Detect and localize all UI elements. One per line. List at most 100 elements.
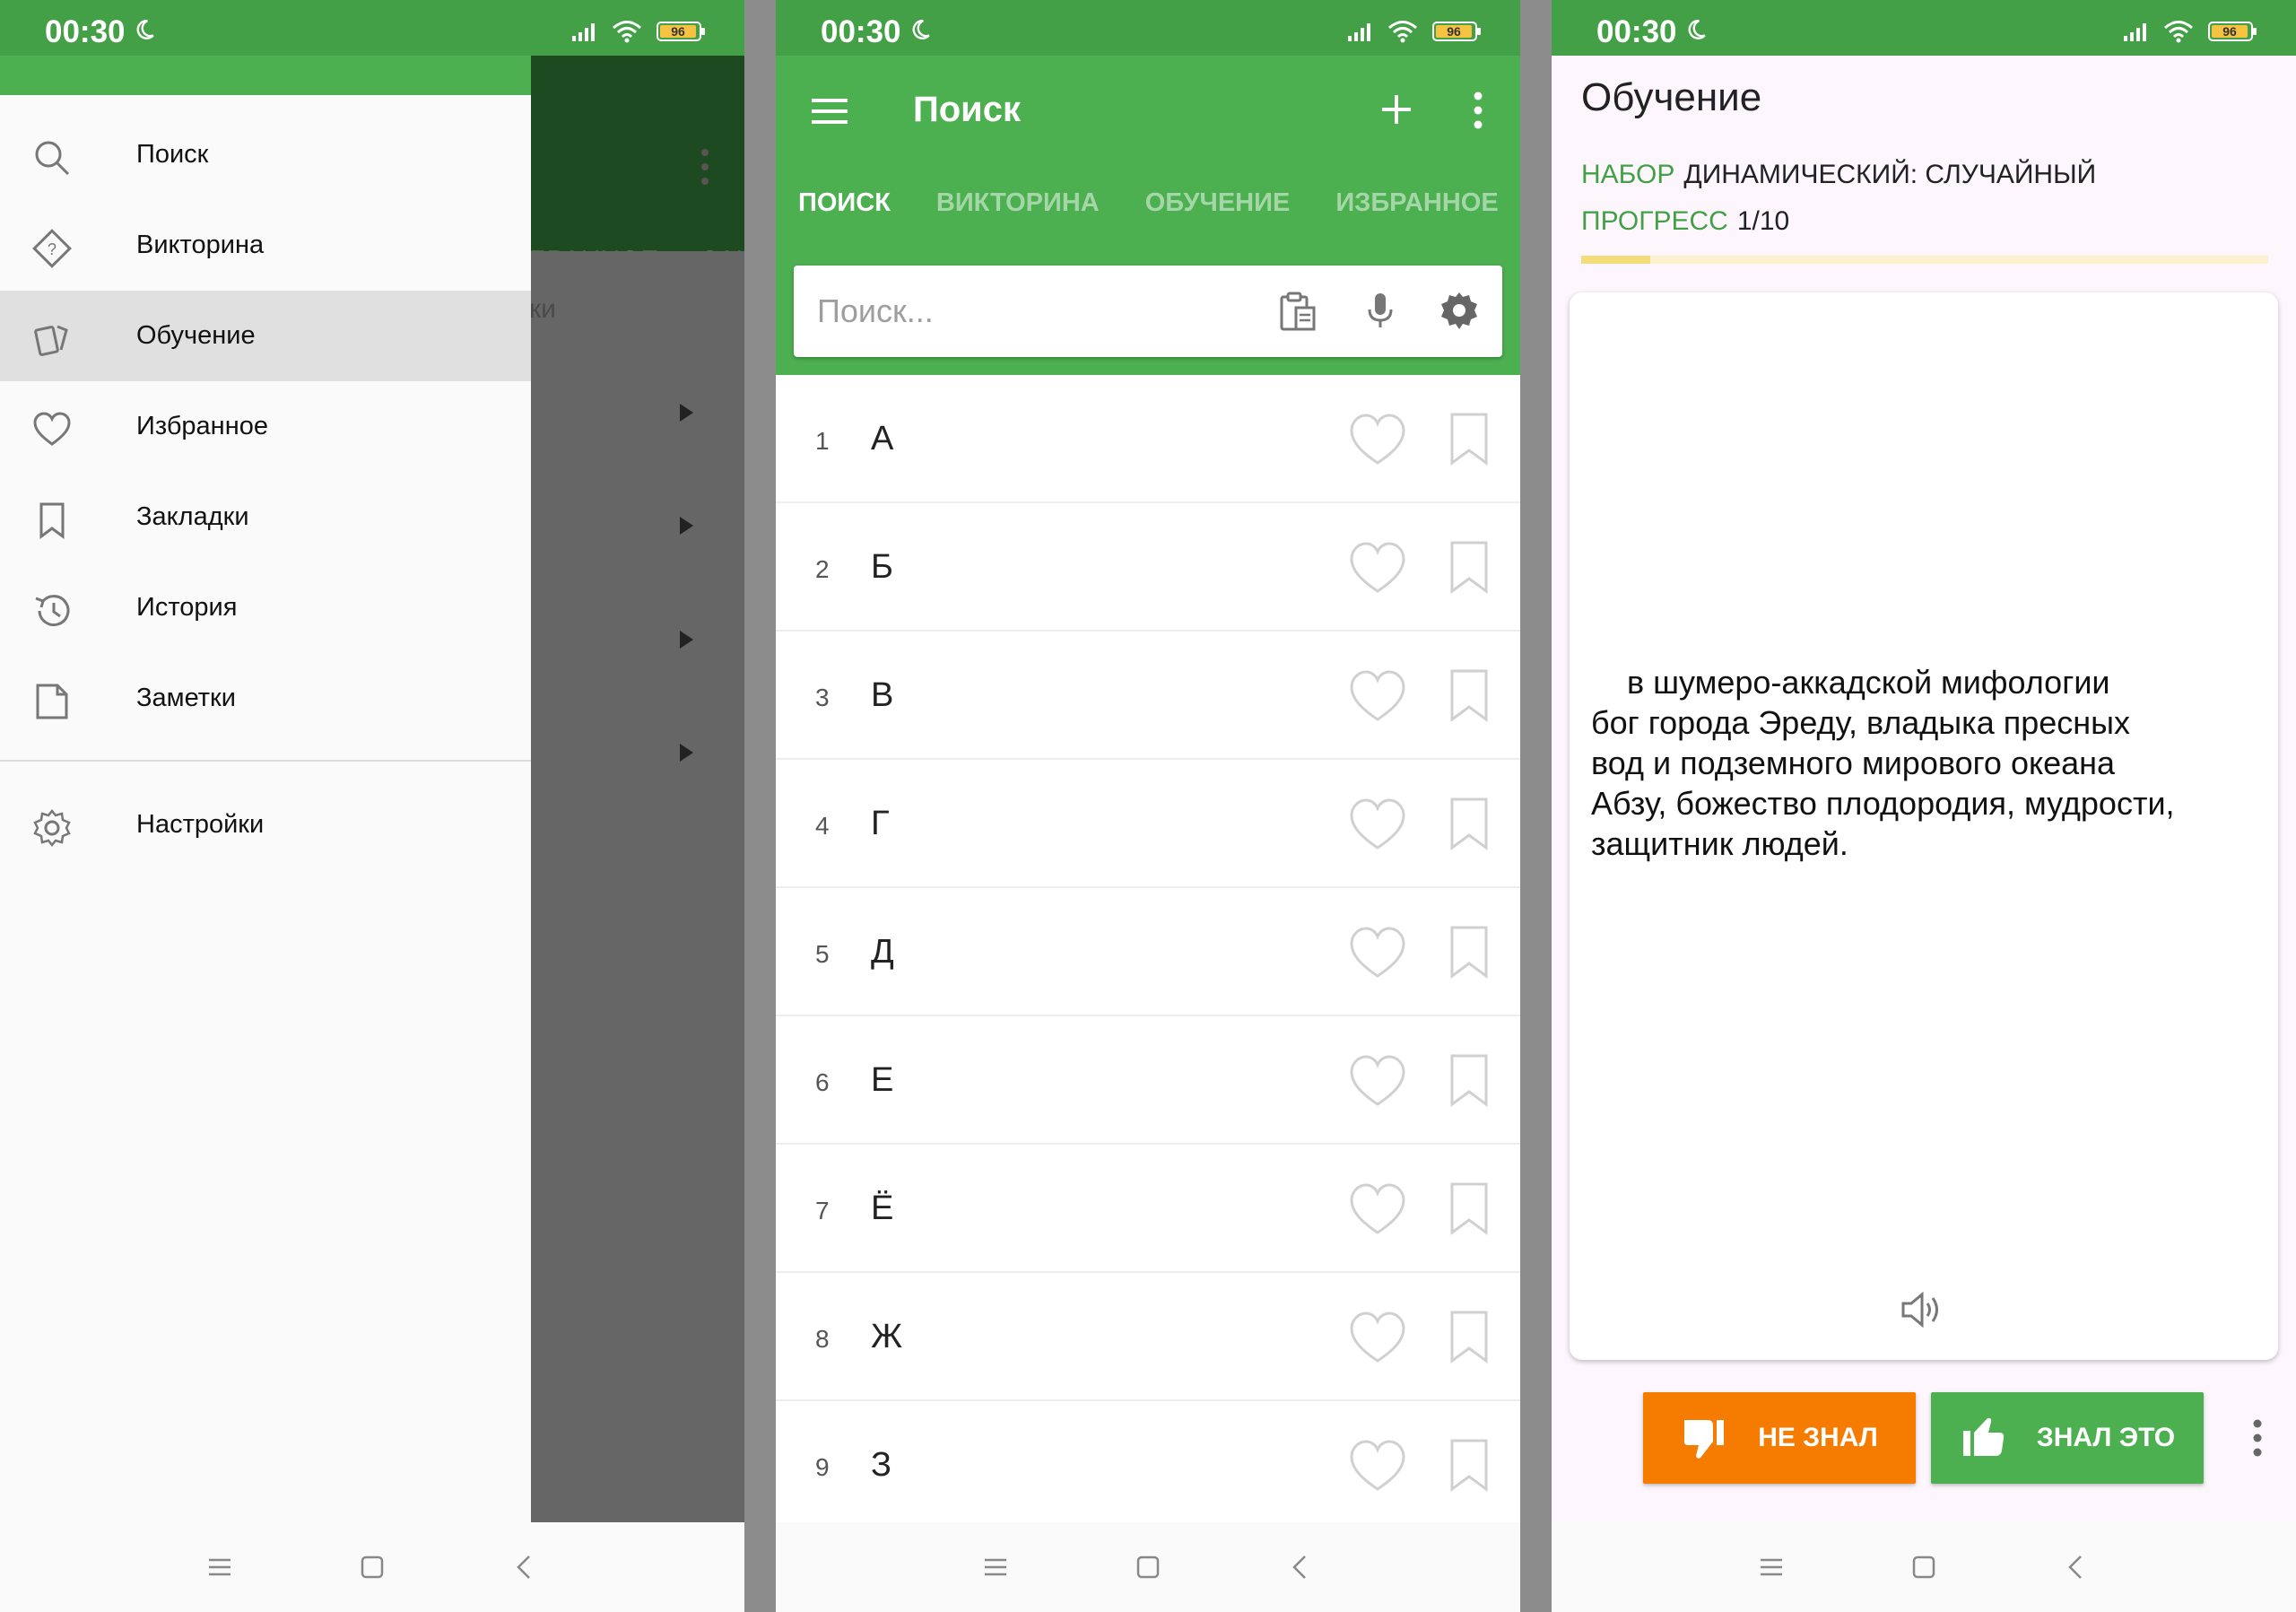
didnt-know-button[interactable]: НЕ ЗНАЛ xyxy=(1643,1392,1916,1484)
play-arrow-icon xyxy=(680,744,693,762)
row-letter: Е xyxy=(871,1061,894,1099)
add-icon[interactable] xyxy=(1378,91,1414,127)
drawer-item-learning[interactable]: Обучение xyxy=(0,291,531,381)
bookmark-icon[interactable] xyxy=(1447,1309,1492,1364)
bookmark-icon[interactable] xyxy=(1447,796,1492,851)
status-bar: 00:30 96 xyxy=(776,0,1520,56)
row-letter: Б xyxy=(871,548,893,586)
cards-icon xyxy=(34,325,68,356)
row-number: 2 xyxy=(815,555,830,583)
list-item[interactable]: 8Ж xyxy=(776,1273,1520,1401)
recent-apps-icon[interactable] xyxy=(1753,1549,1789,1585)
heart-icon[interactable] xyxy=(1348,667,1407,723)
heart-icon[interactable] xyxy=(1348,924,1407,980)
row-letter: Ж xyxy=(871,1318,903,1355)
bookmark-icon[interactable] xyxy=(1447,1052,1492,1108)
row-letter: Г xyxy=(871,805,890,842)
phone-search-screen: 00:30 96 Поиск ПОИСК ВИКТОРИНА ОБУЧЕНИЕ … xyxy=(776,0,1520,1612)
list-item[interactable]: 1А xyxy=(776,375,1520,503)
drawer-item-label: Викторина xyxy=(136,231,265,259)
heart-icon[interactable] xyxy=(1348,539,1407,595)
back-icon[interactable] xyxy=(1283,1549,1318,1585)
heart-icon[interactable] xyxy=(1348,796,1407,851)
more-vert-icon[interactable] xyxy=(2253,1419,2262,1457)
recent-apps-icon[interactable] xyxy=(202,1549,238,1585)
tab-learning[interactable]: ОБУЧЕНИЕ xyxy=(1145,188,1291,239)
microphone-icon[interactable] xyxy=(1359,290,1402,333)
more-vert-icon xyxy=(701,149,709,185)
list-item[interactable]: 3В xyxy=(776,632,1520,760)
bookmark-icon[interactable] xyxy=(1447,539,1492,595)
heart-icon[interactable] xyxy=(1348,1181,1407,1236)
drawer-item-notes[interactable]: Заметки xyxy=(0,653,531,744)
progress-info: ПРОГРЕСС 1/10 xyxy=(1581,206,1789,237)
drawer-item-settings[interactable]: Настройки xyxy=(0,780,531,870)
home-icon[interactable] xyxy=(1130,1549,1166,1585)
phone-learning-screen: 00:30 96 Обучение НАБОР ДИНАМИЧЕСКИЙ: СЛУ… xyxy=(1552,0,2296,1612)
row-number: 9 xyxy=(815,1453,830,1481)
quiz-icon: ? xyxy=(32,229,72,268)
drawer-item-label: Заметки xyxy=(136,684,236,712)
battery-level: 96 xyxy=(671,24,685,39)
heart-icon[interactable] xyxy=(1348,411,1407,466)
row-letter: В xyxy=(871,676,894,714)
search-box xyxy=(794,266,1502,357)
letter-list: 1А2Б3В4Г5Д6Е7Ё8Ж9З xyxy=(776,375,1520,1529)
tab-bar: ПОИСК ВИКТОРИНА ОБУЧЕНИЕ ИЗБРАННОЕ xyxy=(776,188,1520,239)
wifi-icon xyxy=(613,21,641,43)
speaker-icon[interactable] xyxy=(1900,1290,1944,1329)
list-item[interactable]: 5Д xyxy=(776,888,1520,1016)
tab-quiz[interactable]: ВИКТОРИНА xyxy=(936,188,1100,239)
row-number: 1 xyxy=(815,427,830,455)
drawer-item-history[interactable]: История xyxy=(0,562,531,653)
heart-icon[interactable] xyxy=(1348,1437,1407,1493)
tab-favorites[interactable]: ИЗБРАННОЕ xyxy=(1335,188,1498,239)
heart-icon[interactable] xyxy=(1348,1309,1407,1364)
bookmark-icon[interactable] xyxy=(1447,1181,1492,1236)
menu-icon[interactable] xyxy=(810,95,849,127)
drawer-item-search[interactable]: Поиск xyxy=(0,109,531,200)
flashcard[interactable]: в шумеро-аккадской мифологии бог города … xyxy=(1570,292,2278,1360)
moon-icon xyxy=(136,20,154,39)
drawer-item-label: Поиск xyxy=(136,140,209,169)
list-item[interactable]: 2Б xyxy=(776,503,1520,632)
drawer-item-label: Избранное xyxy=(136,412,268,440)
battery-level: 96 xyxy=(1447,24,1461,39)
set-info: НАБОР ДИНАМИЧЕСКИЙ: СЛУЧАЙНЫЙ xyxy=(1581,160,2096,190)
home-icon[interactable] xyxy=(1906,1549,1942,1585)
home-icon[interactable] xyxy=(354,1549,390,1585)
clipboard-icon[interactable] xyxy=(1276,290,1319,333)
status-time: 00:30 xyxy=(45,14,126,49)
list-item[interactable]: 4Г xyxy=(776,760,1520,888)
note-icon xyxy=(36,684,68,719)
drawer-item-bookmarks[interactable]: Закладки xyxy=(0,472,531,562)
drawer-item-label: Закладки xyxy=(136,502,249,531)
row-letter: Д xyxy=(871,933,894,971)
list-item[interactable]: 6Е xyxy=(776,1016,1520,1145)
row-number: 3 xyxy=(815,684,830,711)
list-item[interactable]: 9З xyxy=(776,1401,1520,1529)
list-item[interactable]: 7Ё xyxy=(776,1145,1520,1273)
bookmark-icon[interactable] xyxy=(1447,1437,1492,1493)
bookmark-icon[interactable] xyxy=(1447,924,1492,980)
back-icon[interactable] xyxy=(507,1549,543,1585)
heart-icon[interactable] xyxy=(1348,1052,1407,1108)
row-number: 6 xyxy=(815,1068,830,1096)
battery-icon: 96 xyxy=(657,22,705,41)
battery-icon: 96 xyxy=(2208,22,2257,41)
back-icon[interactable] xyxy=(2058,1549,2094,1585)
status-time: 00:30 xyxy=(821,14,901,49)
tab-search[interactable]: ПОИСК xyxy=(798,188,891,239)
recent-apps-icon[interactable] xyxy=(978,1549,1013,1585)
bookmark-icon[interactable] xyxy=(1447,411,1492,466)
bookmark-icon[interactable] xyxy=(1447,667,1492,723)
drawer-item-quiz[interactable]: ? Викторина xyxy=(0,200,531,291)
drawer-item-favorites[interactable]: Избранное xyxy=(0,381,531,472)
more-vert-icon[interactable] xyxy=(1474,91,1483,129)
row-number: 4 xyxy=(815,812,830,840)
gear-icon[interactable] xyxy=(1438,290,1481,333)
row-number: 7 xyxy=(815,1197,830,1224)
gear-icon xyxy=(33,808,71,848)
search-input[interactable] xyxy=(817,287,1221,335)
knew-it-button[interactable]: ЗНАЛ ЭТО xyxy=(1931,1392,2204,1484)
